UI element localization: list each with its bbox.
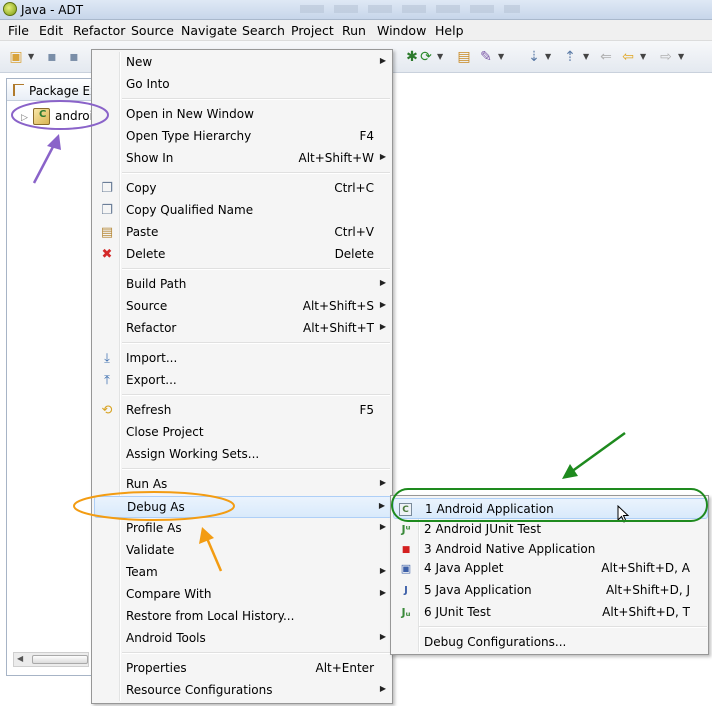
- android-application-highlight-circle: [391, 488, 708, 522]
- green-arrow-icon: [562, 431, 626, 479]
- project-highlight-circle: [11, 100, 109, 130]
- orange-arrow-icon: [199, 527, 223, 572]
- annotation-overlay: [11, 100, 708, 572]
- purple-arrow-icon: [32, 134, 61, 184]
- debug-as-highlight-circle: [73, 491, 235, 521]
